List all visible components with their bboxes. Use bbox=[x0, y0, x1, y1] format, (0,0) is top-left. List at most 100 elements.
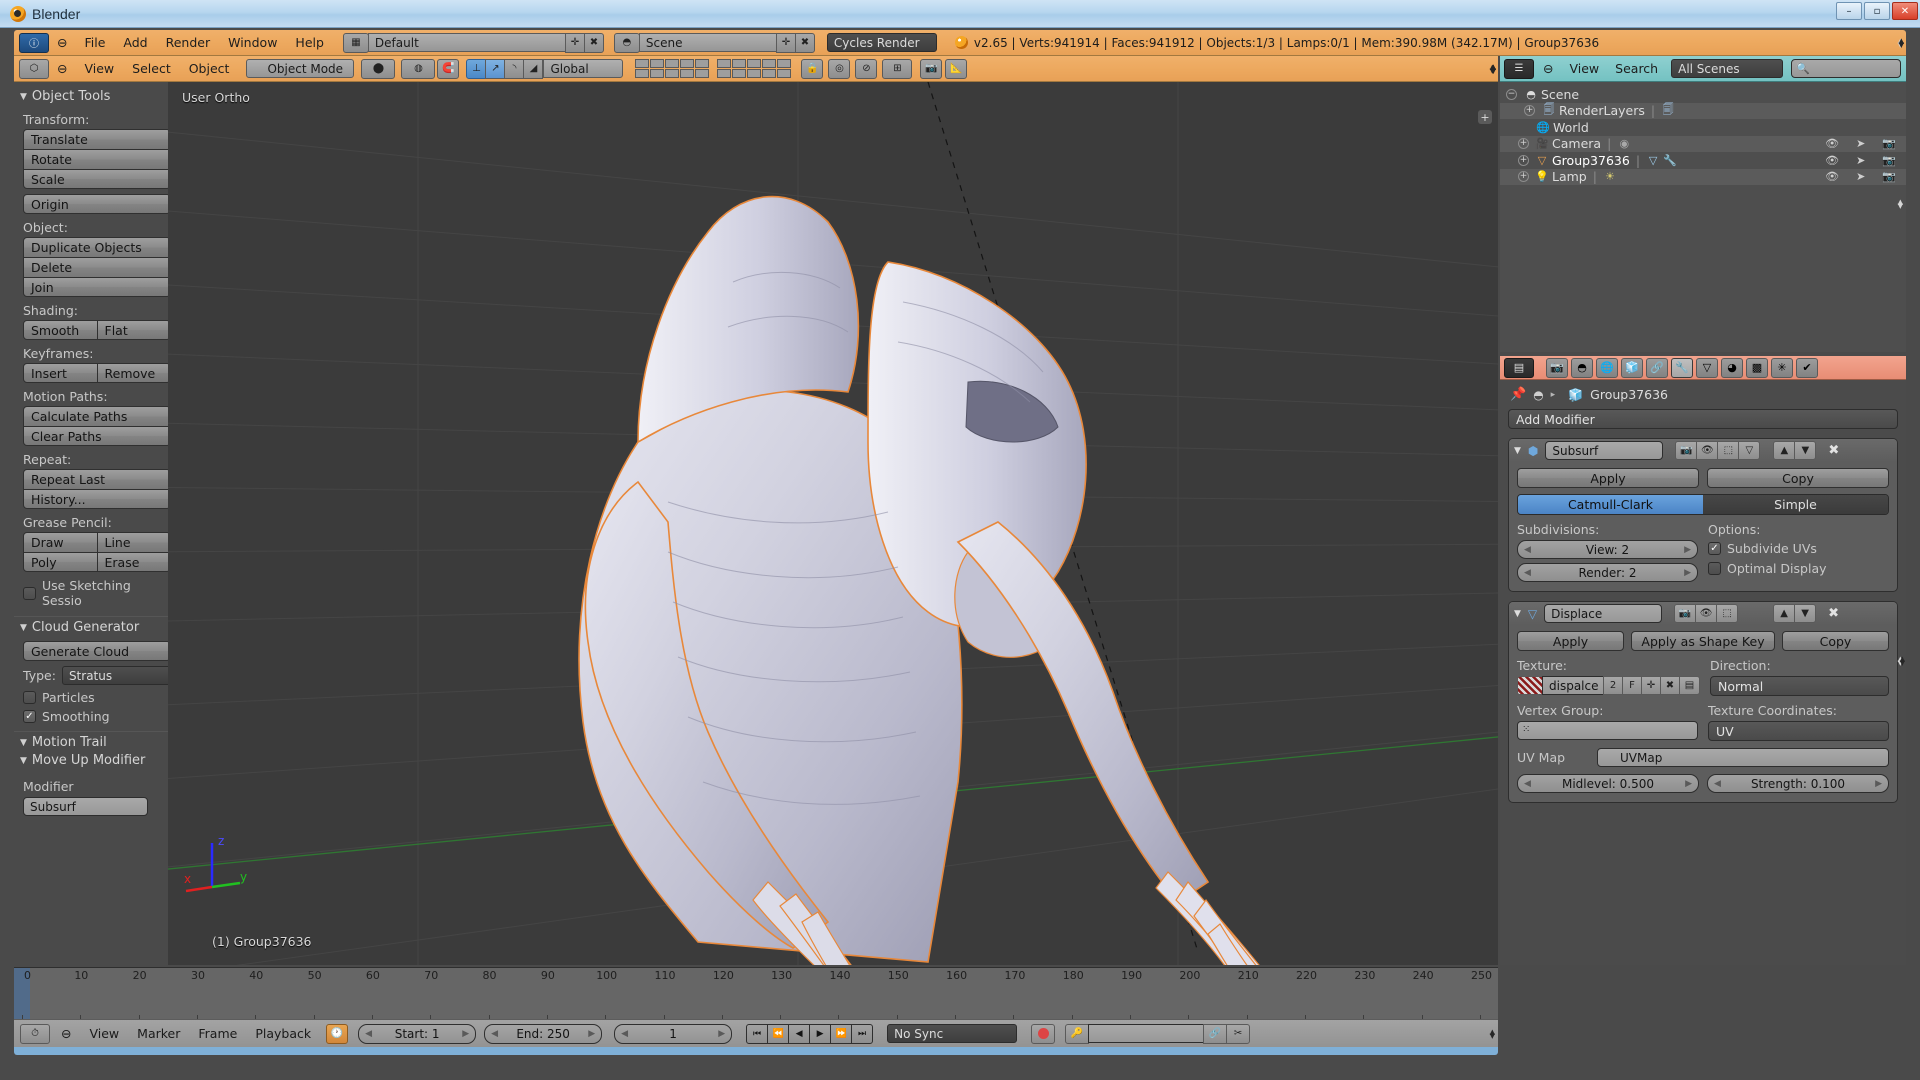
toolshelf-expand-icon[interactable]: + bbox=[1478, 110, 1492, 124]
history-button[interactable]: History... bbox=[23, 489, 171, 509]
strength-slider[interactable]: ◀ Strength: 0.100 ▶ bbox=[1707, 774, 1889, 793]
mode-select[interactable]: Object Mode bbox=[246, 59, 355, 78]
mesh-data-icon[interactable]: ▽ bbox=[1646, 153, 1660, 167]
snap-magnet-icon[interactable]: 🧲 bbox=[437, 58, 460, 79]
lock-time-icon[interactable]: 🕐 bbox=[326, 1023, 349, 1044]
move-down-icon[interactable]: ▼ bbox=[1794, 441, 1817, 460]
simple-option[interactable]: Simple bbox=[1703, 495, 1888, 514]
midlevel-slider[interactable]: ◀ Midlevel: 0.500 ▶ bbox=[1517, 774, 1699, 793]
keying-set-icon[interactable]: 🔑 bbox=[1065, 1023, 1090, 1044]
edit-mode-icon[interactable]: ⬚ bbox=[1716, 604, 1739, 623]
cloud-type-select[interactable]: Stratus bbox=[61, 666, 171, 685]
texture-checker-icon[interactable]: ▲ ▼ bbox=[1517, 655, 1905, 695]
timeline-editor-icon[interactable]: ⏱ ▲ ▼ bbox=[20, 1023, 1495, 1044]
particles-tab-icon[interactable]: ✳ bbox=[1771, 357, 1793, 378]
camera-data-icon[interactable]: ◉ bbox=[1617, 137, 1631, 151]
ruler-icon[interactable]: 📐 bbox=[945, 58, 968, 79]
outliner-row-renderlayers[interactable]: + 🗐 RenderLayers | 🗐 bbox=[1500, 102, 1906, 119]
timeline-scrollbar[interactable] bbox=[14, 1047, 1498, 1055]
repeat-last-button[interactable]: Repeat Last bbox=[23, 469, 171, 489]
eye-icon[interactable]: 👁 bbox=[1825, 170, 1839, 183]
constraints-tab-icon[interactable]: 🔗 bbox=[1646, 357, 1668, 378]
timeline-menu-playback[interactable]: Playback bbox=[248, 1026, 318, 1041]
prev-keyframe-button[interactable]: ⏪ bbox=[767, 1023, 790, 1044]
renderlayers-data-icon[interactable]: 🗐 bbox=[1661, 103, 1675, 118]
cursor-select-icon[interactable]: ➤ bbox=[1856, 154, 1865, 167]
display-mode-select[interactable]: All Scenes bbox=[1671, 59, 1784, 78]
rotate-button[interactable]: Rotate bbox=[23, 149, 171, 169]
timeline-menu-frame[interactable]: Frame bbox=[191, 1026, 244, 1041]
end-frame-field[interactable]: ◀ End: 250 ▶ bbox=[484, 1023, 603, 1044]
expander-icon[interactable]: + bbox=[1524, 105, 1535, 117]
subsurf-view-slider[interactable]: ◀ View: 2 ▶ bbox=[1517, 540, 1698, 559]
record-icon[interactable] bbox=[1031, 1023, 1056, 1044]
viewport-menu-view[interactable]: View bbox=[75, 61, 123, 76]
3d-viewport[interactable]: User Ortho (1) Group37636 z x y + bbox=[168, 82, 1498, 965]
cursor-select-icon[interactable]: ➤ bbox=[1856, 137, 1865, 150]
jump-start-button[interactable]: ⏮ bbox=[746, 1023, 769, 1044]
delete-modifier-icon[interactable]: ✖ bbox=[1828, 443, 1839, 458]
render-visibility-icon[interactable]: 📷 bbox=[1675, 441, 1698, 460]
scene-field[interactable]: Scene bbox=[638, 33, 777, 52]
modifier-name-field[interactable]: Subsurf bbox=[1545, 441, 1664, 460]
subdivision-type-toggle[interactable]: Catmull-Clark Simple bbox=[1517, 494, 1889, 515]
panel-cloud-generator[interactable]: ▼ Cloud Generator bbox=[14, 617, 180, 638]
render-tab-icon[interactable]: 📷 bbox=[1546, 357, 1568, 378]
cage-icon[interactable]: ▽ bbox=[1738, 441, 1761, 460]
outliner-row-lamp[interactable]: + 💡 Lamp | ☀ 👁 ➤ 📷 bbox=[1500, 168, 1906, 185]
outliner-menu-view[interactable]: View bbox=[1562, 61, 1606, 76]
modifier-name-field[interactable]: Displace bbox=[1544, 604, 1663, 623]
panel-move-up-modifier[interactable]: ▼ Move Up Modifier bbox=[14, 753, 180, 771]
scene-icon[interactable]: ◓ bbox=[1533, 388, 1543, 402]
remove-keyframe-button[interactable]: Remove bbox=[97, 363, 171, 383]
wrench-modifier-icon[interactable]: 🔧 bbox=[1663, 153, 1677, 167]
lock-view-icon[interactable]: 🔒 bbox=[801, 58, 824, 79]
uv-map-field[interactable]: UVMap bbox=[1597, 748, 1889, 767]
origin-button[interactable]: Origin bbox=[23, 194, 171, 214]
scale-manipulator-icon[interactable]: ◝ bbox=[504, 58, 525, 79]
delete-scene-button[interactable]: ✖ bbox=[794, 32, 815, 53]
chevron-down-icon[interactable]: ▼ bbox=[1514, 609, 1521, 619]
generate-cloud-button[interactable]: Generate Cloud bbox=[23, 641, 171, 661]
transform-orientation-select[interactable]: Global bbox=[543, 59, 624, 78]
viewport-collapse-icon[interactable]: ⊖ bbox=[49, 61, 75, 76]
subsurf-copy-button[interactable]: Copy bbox=[1707, 468, 1889, 488]
render-border-icon[interactable]: ⊘ bbox=[855, 58, 878, 79]
add-modifier-button[interactable]: Add Modifier bbox=[1508, 409, 1898, 429]
displace-apply-shapekey-button[interactable]: Apply as Shape Key bbox=[1631, 631, 1775, 651]
viewport-shading-select[interactable]: ⬤ ▲ ▼ bbox=[361, 58, 1496, 79]
new-texture-button[interactable]: ✛ bbox=[1641, 676, 1661, 695]
minimize-button[interactable]: – bbox=[1836, 2, 1862, 20]
move-down-icon[interactable]: ▼ bbox=[1794, 604, 1817, 623]
duplicate-objects-button[interactable]: Duplicate Objects bbox=[23, 237, 171, 257]
pivot-point-select[interactable]: ◍ ▲ ▼ bbox=[401, 58, 1496, 79]
sync-mode-select[interactable]: No Sync bbox=[887, 1024, 1018, 1043]
screen-layout-field[interactable]: Default bbox=[367, 33, 566, 52]
move-up-icon[interactable]: ▲ bbox=[1773, 604, 1796, 623]
render-engine-select[interactable]: Cycles Render bbox=[826, 33, 937, 52]
displace-apply-button[interactable]: Apply bbox=[1517, 631, 1625, 651]
add-screen-button[interactable]: ✛ bbox=[564, 32, 585, 53]
viewport-visibility-icon[interactable]: 👁 bbox=[1696, 441, 1719, 460]
object-info-icon[interactable]: ⊞ ▲ ▼ bbox=[882, 58, 1496, 79]
expander-icon[interactable]: + bbox=[1518, 171, 1529, 183]
join-button[interactable]: Join bbox=[23, 277, 171, 297]
gp-poly-button[interactable]: Poly bbox=[23, 552, 98, 572]
eye-icon[interactable]: 👁 bbox=[1825, 154, 1839, 167]
world-tab-icon[interactable]: 🌐 bbox=[1596, 357, 1618, 378]
rotate-manipulator-icon[interactable]: ↗ bbox=[485, 58, 506, 79]
direction-select[interactable]: Normal bbox=[1710, 676, 1889, 696]
play-reverse-button[interactable]: ◀ bbox=[788, 1023, 811, 1044]
use-sketching-sessions-checkbox[interactable]: Use Sketching Sessio bbox=[23, 578, 171, 608]
current-frame-field[interactable]: ◀ 1 ▶ bbox=[614, 1023, 733, 1044]
proportional-edit-icon[interactable]: ◎ bbox=[828, 58, 851, 79]
translate-button[interactable]: Translate bbox=[23, 129, 171, 149]
timeline-collapse-icon[interactable]: ⊖ bbox=[54, 1026, 78, 1041]
camera-render-icon[interactable]: 📷 bbox=[1882, 154, 1896, 167]
add-scene-button[interactable]: ✛ bbox=[775, 32, 796, 53]
texture-users-button[interactable]: 2 bbox=[1603, 676, 1623, 695]
maximize-button[interactable]: ▫ bbox=[1864, 2, 1890, 20]
expander-icon[interactable]: − bbox=[1506, 88, 1517, 100]
scene-icon[interactable]: ◓ ▲ ▼ bbox=[613, 32, 1904, 53]
panel-object-tools[interactable]: ▼ Object Tools bbox=[14, 86, 180, 107]
